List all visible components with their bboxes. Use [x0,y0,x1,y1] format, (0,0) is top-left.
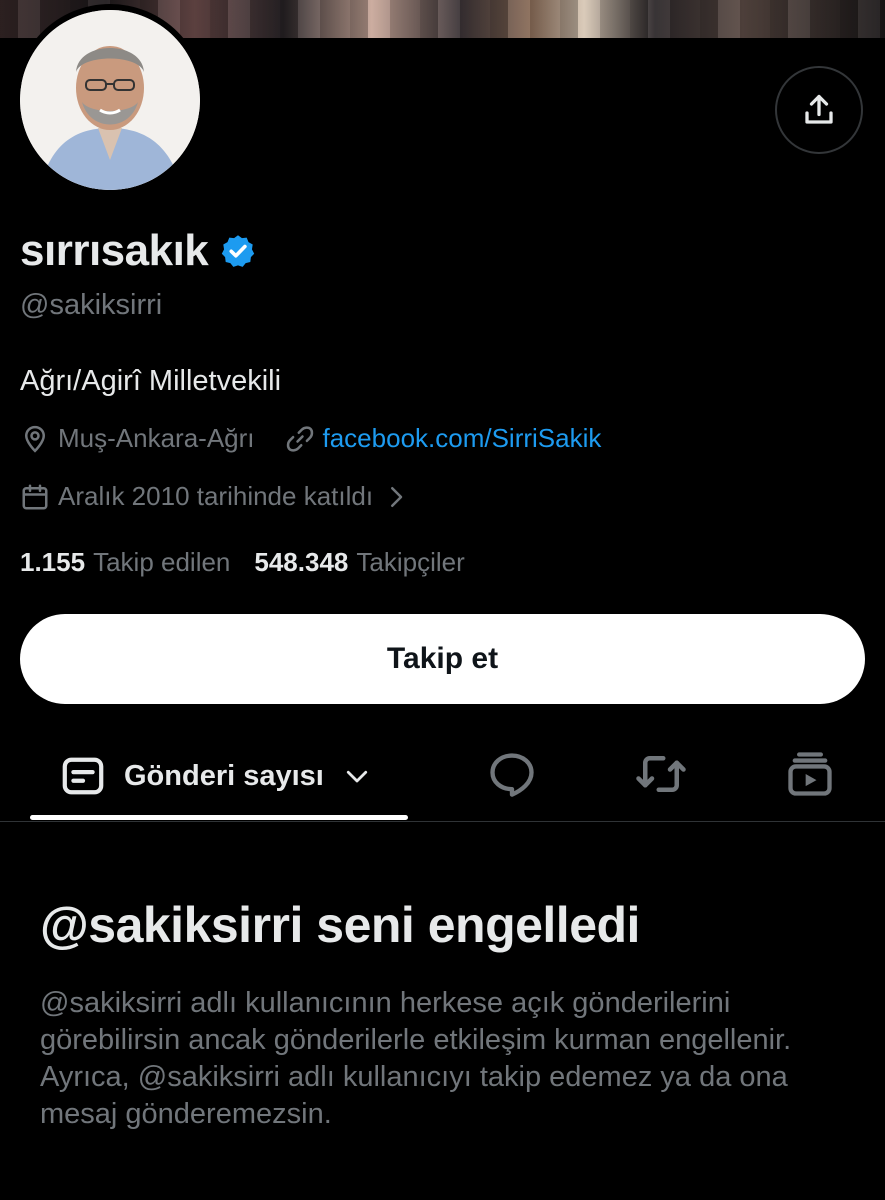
tab-posts[interactable]: Gönderi sayısı [30,730,408,822]
profile-meta-location-row: Muş-Ankara-Ağrı facebook.com/SirriSakik [20,423,601,454]
following-label: Takip edilen [93,547,231,577]
profile-stats: 1.155 Takip edilen 548.348 Takipçiler [20,547,465,578]
avatar-photo [20,10,200,190]
following-stat[interactable]: 1.155 Takip edilen [20,547,230,578]
profile-meta-joined-row[interactable]: Aralık 2010 tarihinde katıldı [20,481,419,512]
share-icon [805,94,833,124]
location-icon [20,424,50,454]
blocked-title: @sakiksirri seni engelledi [40,897,640,953]
tab-active-indicator [30,815,408,820]
tab-reposts[interactable] [633,746,689,802]
following-count: 1.155 [20,547,86,577]
link-icon [285,424,315,454]
repost-icon [636,756,686,792]
posts-icon [62,757,104,795]
verified-badge-icon[interactable] [220,233,256,269]
followers-stat[interactable]: 548.348 Takipçiler [254,547,464,578]
media-icon [788,752,832,796]
display-name-text: sırrısakık [20,226,209,275]
display-name: sırrısakık [20,226,256,276]
profile-handle: @sakiksirri [20,289,163,321]
followers-count: 548.348 [254,547,349,577]
joined-text: Aralık 2010 tarihinde katıldı [58,481,374,511]
followers-label: Takipçiler [356,547,465,577]
tab-posts-label: Gönderi sayısı [124,759,324,792]
chevron-right-icon [381,482,411,512]
tab-replies[interactable] [484,746,540,802]
avatar[interactable] [14,4,206,196]
location-text: Muş-Ankara-Ağrı [58,423,255,453]
blocked-message: @sakiksirri adlı kullanıcının herkese aç… [40,987,792,1130]
share-button[interactable] [775,66,863,154]
follow-button[interactable]: Takip et [20,614,865,704]
website-link[interactable]: facebook.com/SirriSakik [323,423,602,454]
profile-tabs: Gönderi sayısı [0,730,885,822]
calendar-icon [20,482,50,512]
profile-bio: Ağrı/Agirî Milletvekili [20,365,282,397]
chevron-down-icon [346,770,367,783]
reply-icon [490,753,534,797]
tab-media[interactable] [782,746,838,802]
